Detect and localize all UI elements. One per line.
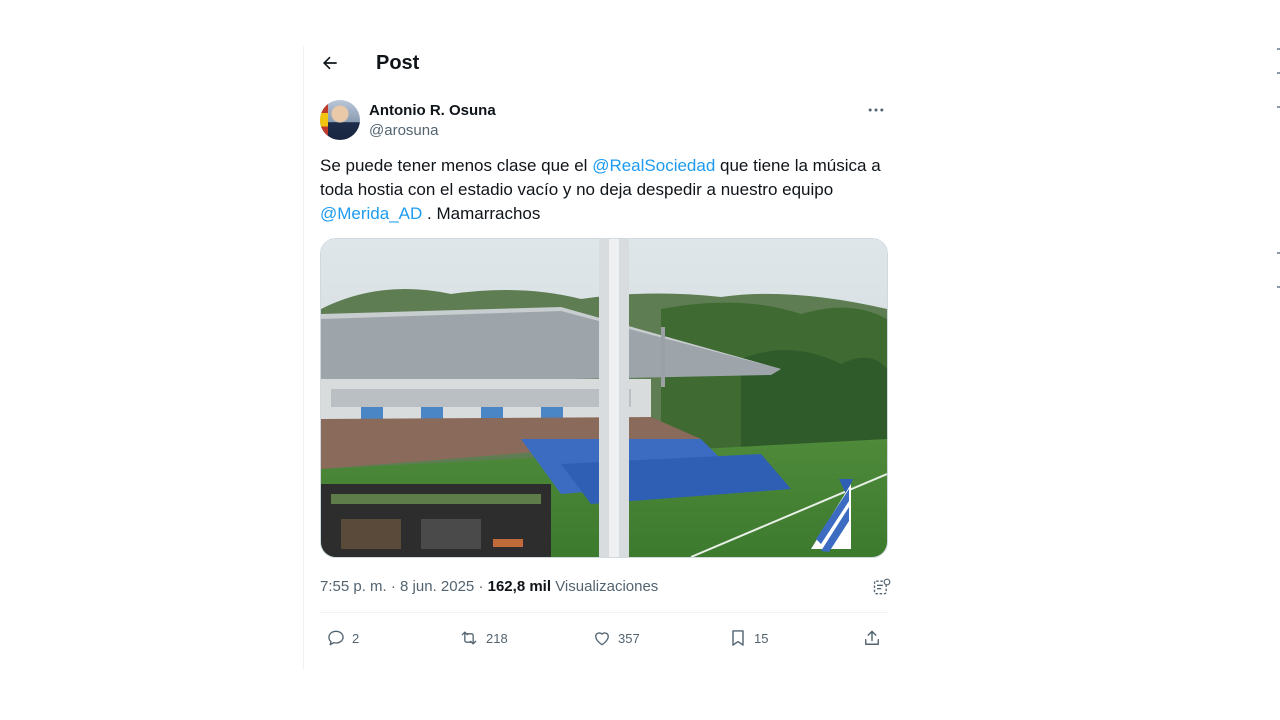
back-arrow-icon [323,56,337,70]
post-time[interactable]: 7:55 p. m. [320,578,387,595]
repost-icon [461,631,477,645]
page-title: Post [376,52,420,74]
bookmark-icon [732,630,744,646]
repost-button[interactable]: 218 [458,624,508,652]
reply-icon [328,630,344,646]
mention-realsociedad[interactable]: @RealSociedad [592,156,715,175]
divider [320,612,888,613]
post-meta: 7:55 p. m. · 8 jun. 2025 · 162,8 mil Vis… [320,577,892,597]
post-header: Post [304,46,904,80]
share-icon [865,630,879,645]
views-label: Visualizaciones [555,578,659,595]
meta-separator: · [478,578,484,595]
reply-button[interactable]: 2 [326,624,359,652]
like-count: 357 [618,630,640,646]
author-name[interactable]: Antonio R. Osuna [369,102,496,120]
reply-count: 2 [352,630,360,646]
views-count: 162,8 mil [487,578,552,595]
author-handle[interactable]: @arosuna [369,122,438,140]
like-icon [595,632,609,646]
post-date[interactable]: 8 jun. 2025 [400,578,474,595]
scroll-indicator [1274,0,1280,720]
tweet-text-part: . Mamarrachos [422,204,541,223]
avatar[interactable] [320,100,360,140]
repost-count: 218 [486,630,508,646]
like-button[interactable]: 357 [592,624,640,652]
meta-separator: · [390,578,396,595]
back-button[interactable] [316,49,344,77]
tweet-text: Se puede tener menos clase que el @RealS… [320,154,892,226]
tweet-photo[interactable] [320,238,888,558]
bookmark-button[interactable]: 15 [728,624,768,652]
action-bar: 2 218 357 15 [320,624,892,652]
bookmark-count: 15 [754,630,769,646]
more-icon [868,108,884,112]
stadium-photo [321,239,887,557]
grok-icon [873,578,891,595]
more-button[interactable] [862,100,890,120]
share-button[interactable] [862,624,888,652]
grok-button[interactable] [872,577,892,603]
tweet-text-part: Se puede tener menos clase que el [320,156,593,175]
mention-merida[interactable]: @Merida_AD [320,204,422,223]
author-row: Antonio R. Osuna @arosuna [320,100,890,142]
post-column: Post Antonio R. Osuna @arosuna Se puede … [303,46,904,670]
